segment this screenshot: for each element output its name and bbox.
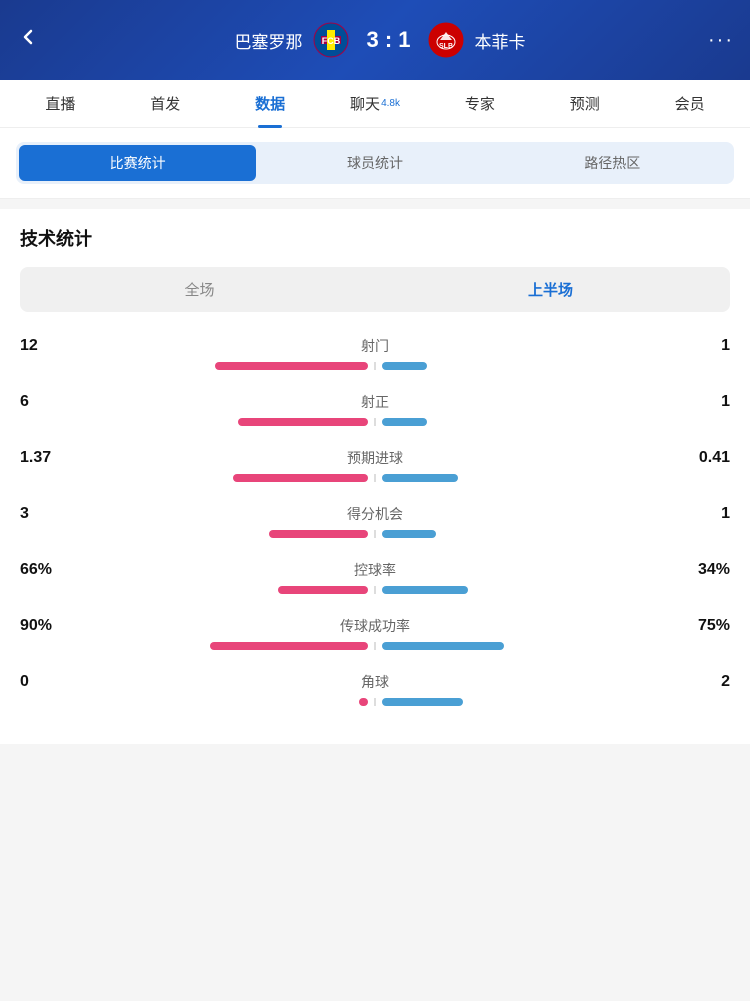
- stat-left-val-6: 0: [20, 673, 80, 691]
- stat-bar-divider-6: [374, 698, 376, 706]
- stat-bar-right-5: [382, 642, 504, 650]
- stat-bar-left-0: [215, 362, 368, 370]
- stat-bar-divider-4: [374, 586, 376, 594]
- tab-live[interactable]: 直播: [8, 80, 113, 128]
- stat-bar-right-3: [382, 530, 436, 538]
- stat-right-val-4: 34%: [670, 561, 730, 579]
- period-selector: 全场 上半场: [20, 267, 730, 312]
- stat-right-val-6: 2: [670, 673, 730, 691]
- stat-row-4: 66% 控球率 34%: [20, 560, 730, 594]
- tab-expert[interactable]: 专家: [427, 80, 532, 128]
- stat-bar-right-1: [382, 418, 427, 426]
- stat-bar-divider-3: [374, 530, 376, 538]
- stat-bar-left-4: [278, 586, 368, 594]
- tab-member[interactable]: 会员: [637, 80, 742, 128]
- stat-right-val-0: 1: [670, 337, 730, 355]
- tab-chat[interactable]: 聊天4.8k: [323, 80, 428, 128]
- stat-name-0: 射门: [80, 336, 670, 356]
- stat-row-1: 6 射正 1: [20, 392, 730, 426]
- nav-tabs: 直播 首发 数据 聊天4.8k 专家 预测 会员: [0, 80, 750, 128]
- stat-right-val-5: 75%: [670, 617, 730, 635]
- sub-tab-heatmap[interactable]: 路径热区: [494, 145, 731, 181]
- match-header: 巴塞罗那 FCB 3 : 1 SLB 本菲卡 ···: [0, 0, 750, 80]
- stat-name-1: 射正: [80, 392, 670, 412]
- svg-text:SLB: SLB: [439, 43, 453, 50]
- stat-left-val-1: 6: [20, 393, 80, 411]
- stat-right-val-3: 1: [670, 505, 730, 523]
- stat-name-4: 控球率: [80, 560, 670, 580]
- stat-row-0: 12 射门 1: [20, 336, 730, 370]
- stat-row-5: 90% 传球成功率 75%: [20, 616, 730, 650]
- away-team-name: 本菲卡: [475, 28, 526, 53]
- stat-bar-divider-1: [374, 418, 376, 426]
- stat-bar-left-2: [233, 474, 368, 482]
- home-team-logo: FCB: [312, 21, 350, 59]
- stat-bar-right-6: [382, 698, 463, 706]
- stat-row-2: 1.37 预期进球 0.41: [20, 448, 730, 482]
- sub-tab-match-stats[interactable]: 比赛统计: [19, 145, 256, 181]
- stat-left-val-0: 12: [20, 337, 80, 355]
- svg-text:FCB: FCB: [322, 36, 341, 46]
- stat-left-val-5: 90%: [20, 617, 80, 635]
- period-full[interactable]: 全场: [24, 271, 375, 308]
- stat-right-val-2: 0.41: [670, 449, 730, 467]
- stat-name-3: 得分机会: [80, 504, 670, 524]
- match-info: 巴塞罗那 FCB 3 : 1 SLB 本菲卡: [52, 21, 708, 59]
- stat-bar-right-0: [382, 362, 427, 370]
- stat-name-5: 传球成功率: [80, 616, 670, 636]
- stat-bar-right-2: [382, 474, 458, 482]
- away-team-logo: SLB: [427, 21, 465, 59]
- tab-predict[interactable]: 预测: [532, 80, 637, 128]
- stat-bar-left-6: [359, 698, 368, 706]
- section-title: 技术统计: [20, 225, 730, 251]
- stat-bar-left-5: [210, 642, 368, 650]
- sub-tabs-container: 比赛统计 球员统计 路径热区: [0, 128, 750, 199]
- sub-tabs: 比赛统计 球员统计 路径热区: [16, 142, 734, 184]
- stats-content: 技术统计 全场 上半场 12 射门 1 6 射正 1: [0, 209, 750, 744]
- stats-list: 12 射门 1 6 射正 1: [20, 336, 730, 706]
- stat-bar-divider-2: [374, 474, 376, 482]
- tab-lineup[interactable]: 首发: [113, 80, 218, 128]
- stat-bar-divider-5: [374, 642, 376, 650]
- sub-tab-player-stats[interactable]: 球员统计: [256, 145, 493, 181]
- home-team-name: 巴塞罗那: [234, 28, 302, 53]
- match-score: 3 : 1: [366, 27, 410, 53]
- stat-left-val-4: 66%: [20, 561, 80, 579]
- stat-name-2: 预期进球: [80, 448, 670, 468]
- stat-row-6: 0 角球 2: [20, 672, 730, 706]
- stat-bar-divider-0: [374, 362, 376, 370]
- stat-right-val-1: 1: [670, 393, 730, 411]
- back-button[interactable]: [16, 25, 52, 55]
- more-button[interactable]: ···: [708, 29, 734, 52]
- tab-data[interactable]: 数据: [218, 80, 323, 128]
- stat-name-6: 角球: [80, 672, 670, 692]
- period-first-half[interactable]: 上半场: [375, 271, 726, 308]
- stat-left-val-2: 1.37: [20, 449, 80, 467]
- chat-badge: 4.8k: [381, 98, 400, 109]
- stat-row-3: 3 得分机会 1: [20, 504, 730, 538]
- stat-bar-left-3: [269, 530, 368, 538]
- stat-bar-left-1: [238, 418, 368, 426]
- stat-bar-right-4: [382, 586, 468, 594]
- stat-left-val-3: 3: [20, 505, 80, 523]
